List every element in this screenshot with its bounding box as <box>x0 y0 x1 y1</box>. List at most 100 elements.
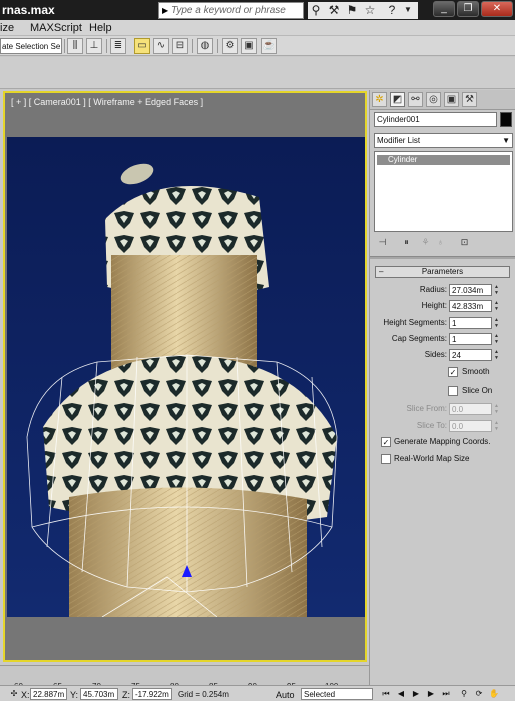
key-filter-dropdown[interactable]: Selected <box>301 688 373 700</box>
real-world-checkbox[interactable] <box>381 454 391 464</box>
window-title: rnas.max <box>2 3 55 17</box>
cap-segments-field[interactable]: 1 <box>449 333 492 345</box>
modifier-list-dropdown[interactable]: Modifier List ▼ <box>374 133 513 148</box>
track-bar[interactable]: 60 65 70 75 80 85 90 95 100 <box>0 665 369 691</box>
go-to-start-icon[interactable]: ⏮ <box>380 688 392 700</box>
sides-field[interactable]: 24 <box>449 349 492 361</box>
smooth-checkbox[interactable]: ✓ <box>448 367 458 377</box>
slice-to-field[interactable]: 0.0 <box>449 420 492 432</box>
height-segments-field[interactable]: 1 <box>449 317 492 329</box>
help-icon[interactable]: ? <box>384 3 400 17</box>
align-icon[interactable]: ⊥ <box>86 38 102 54</box>
create-tab-icon[interactable]: ✲ <box>372 92 387 107</box>
object-color-swatch[interactable] <box>500 112 512 127</box>
status-bar: ✣ X: 22.887m Y: 45.703m Z: -17.922m Grid… <box>0 685 515 701</box>
material-editor-icon[interactable]: ◍ <box>197 38 213 54</box>
param-label: Height Segments: <box>383 318 447 327</box>
binoculars-icon[interactable]: ⚲ <box>308 3 324 17</box>
height-row: Height: 42.833m ▲ ▼ <box>373 300 514 313</box>
auto-key-button[interactable]: Auto <box>276 690 295 700</box>
close-button[interactable]: ✕ <box>481 1 513 17</box>
parameters-rollout: – Parameters Radius: 27.034m ▲ ▼ Height: … <box>373 266 514 686</box>
spinner-icon[interactable]: ▲ ▼ <box>494 317 501 329</box>
spinner-icon[interactable]: ▲ ▼ <box>494 420 501 432</box>
spinner-icon[interactable]: ▲ ▼ <box>494 284 501 296</box>
next-frame-icon[interactable]: ▶ <box>425 688 437 700</box>
cap-segments-row: Cap Segments: 1 ▲ ▼ <box>373 333 514 346</box>
param-label: Sides: <box>424 350 447 359</box>
render-setup-icon[interactable]: ⚙ <box>222 38 238 54</box>
restore-button[interactable]: ❐ <box>457 1 479 17</box>
menu-item-maxscript[interactable]: MAXScript <box>30 22 82 34</box>
render-production-icon[interactable]: ☕ <box>261 38 277 54</box>
collapse-icon: – <box>379 267 384 276</box>
star-icon[interactable]: ☆ <box>362 3 378 17</box>
configure-modifier-sets-icon[interactable]: ⊡ <box>458 236 471 248</box>
slice-to-row: Slice To: 0.0 ▲ ▼ <box>373 420 514 433</box>
spinner-icon[interactable]: ▲ ▼ <box>494 333 501 345</box>
orbit-icon[interactable]: ⟳ <box>473 688 485 700</box>
make-unique-icon[interactable]: ⚘ <box>419 236 432 248</box>
y-coordinate-field[interactable]: 45.703m <box>80 688 118 700</box>
absolute-mode-icon[interactable]: ✣ <box>8 688 20 700</box>
spinner-icon[interactable]: ▲ ▼ <box>494 349 501 361</box>
play-icon[interactable]: ▶ <box>410 688 422 700</box>
modifier-stack[interactable]: Cylinder <box>374 151 513 232</box>
ribbon-toggle-icon[interactable]: ▭ <box>134 38 150 54</box>
toolbar-separator <box>64 39 65 53</box>
y-label: Y: <box>70 690 79 700</box>
param-label: Radius: <box>419 285 447 294</box>
zoom-icon[interactable]: ⚲ <box>458 688 470 700</box>
favorites-icon[interactable]: ⚑ <box>344 3 360 17</box>
x-coordinate-field[interactable]: 22.887m <box>30 688 67 700</box>
height-field[interactable]: 42.833m <box>449 300 492 312</box>
radius-row: Radius: 27.034m ▲ ▼ <box>373 284 514 297</box>
mirror-icon[interactable]: ⫼ <box>67 38 83 54</box>
utilities-tab-icon[interactable]: ⚒ <box>462 92 477 107</box>
show-end-result-icon[interactable]: ⏸ <box>400 236 413 248</box>
remove-modifier-icon[interactable]: ♁ <box>434 236 447 248</box>
generate-mapping-checkbox[interactable]: ✓ <box>381 437 391 447</box>
object-name-field[interactable]: Cylinder001 <box>374 112 497 127</box>
pan-icon[interactable]: ✋ <box>488 688 500 700</box>
modify-tab-icon[interactable]: ◩ <box>390 92 405 107</box>
command-panel: ✲ ◩ ⚯ ◎ ▣ ⚒ Cylinder001 Modifier List ▼ … <box>369 90 515 688</box>
search-placeholder: Type a keyword or phrase <box>171 5 286 16</box>
height-segments-row: Height Segments: 1 ▲ ▼ <box>373 317 514 330</box>
pin-stack-icon[interactable]: ⊣ <box>376 236 389 248</box>
rendered-frame-window-icon[interactable]: ▣ <box>241 38 257 54</box>
motion-tab-icon[interactable]: ◎ <box>426 92 441 107</box>
stack-item-cylinder[interactable]: Cylinder <box>377 155 510 165</box>
secondary-toolbar-strip <box>0 57 515 89</box>
search-input[interactable]: ▶ Type a keyword or phrase <box>158 2 304 19</box>
slice-on-row: Slice On <box>373 386 514 399</box>
parameters-rollout-header[interactable]: – Parameters <box>375 266 510 278</box>
camera-viewport[interactable]: [ + ] [ Camera001 ] [ Wireframe + Edged … <box>3 91 367 662</box>
schematic-view-icon[interactable]: ⊟ <box>172 38 188 54</box>
menu-item-help[interactable]: Help <box>89 22 112 34</box>
radius-field[interactable]: 27.034m <box>449 284 492 296</box>
layer-manager-icon[interactable]: ≣ <box>110 38 126 54</box>
display-tab-icon[interactable]: ▣ <box>444 92 459 107</box>
go-to-end-icon[interactable]: ⏭ <box>440 688 452 700</box>
slice-on-checkbox[interactable] <box>448 386 458 396</box>
search-dropdown-icon[interactable]: ▶ <box>162 6 168 15</box>
curve-editor-icon[interactable]: ∿ <box>153 38 169 54</box>
infocenter-toolbar: ⚲ ⚒ ⚑ ☆ ? ▼ <box>308 2 418 19</box>
minimize-button[interactable]: _ <box>433 1 455 17</box>
z-coordinate-field[interactable]: -17.922m <box>132 688 172 700</box>
help-dropdown-icon[interactable]: ▼ <box>400 3 416 17</box>
slice-from-field[interactable]: 0.0 <box>449 403 492 415</box>
spinner-icon[interactable]: ▲ ▼ <box>494 403 501 415</box>
toolbar-separator <box>106 39 107 53</box>
previous-frame-icon[interactable]: ◀ <box>395 688 407 700</box>
x-label: X: <box>21 690 30 700</box>
named-selection-set-field[interactable]: ate Selection Se <box>0 38 62 54</box>
param-label: Slice From: <box>406 404 447 413</box>
minaret-render <box>7 137 365 617</box>
tools-icon[interactable]: ⚒ <box>326 3 342 17</box>
hierarchy-tab-icon[interactable]: ⚯ <box>408 92 423 107</box>
viewport-label[interactable]: [ + ] [ Camera001 ] [ Wireframe + Edged … <box>11 97 203 107</box>
menu-item-customize[interactable]: ize <box>0 22 14 34</box>
spinner-icon[interactable]: ▲ ▼ <box>494 300 501 312</box>
